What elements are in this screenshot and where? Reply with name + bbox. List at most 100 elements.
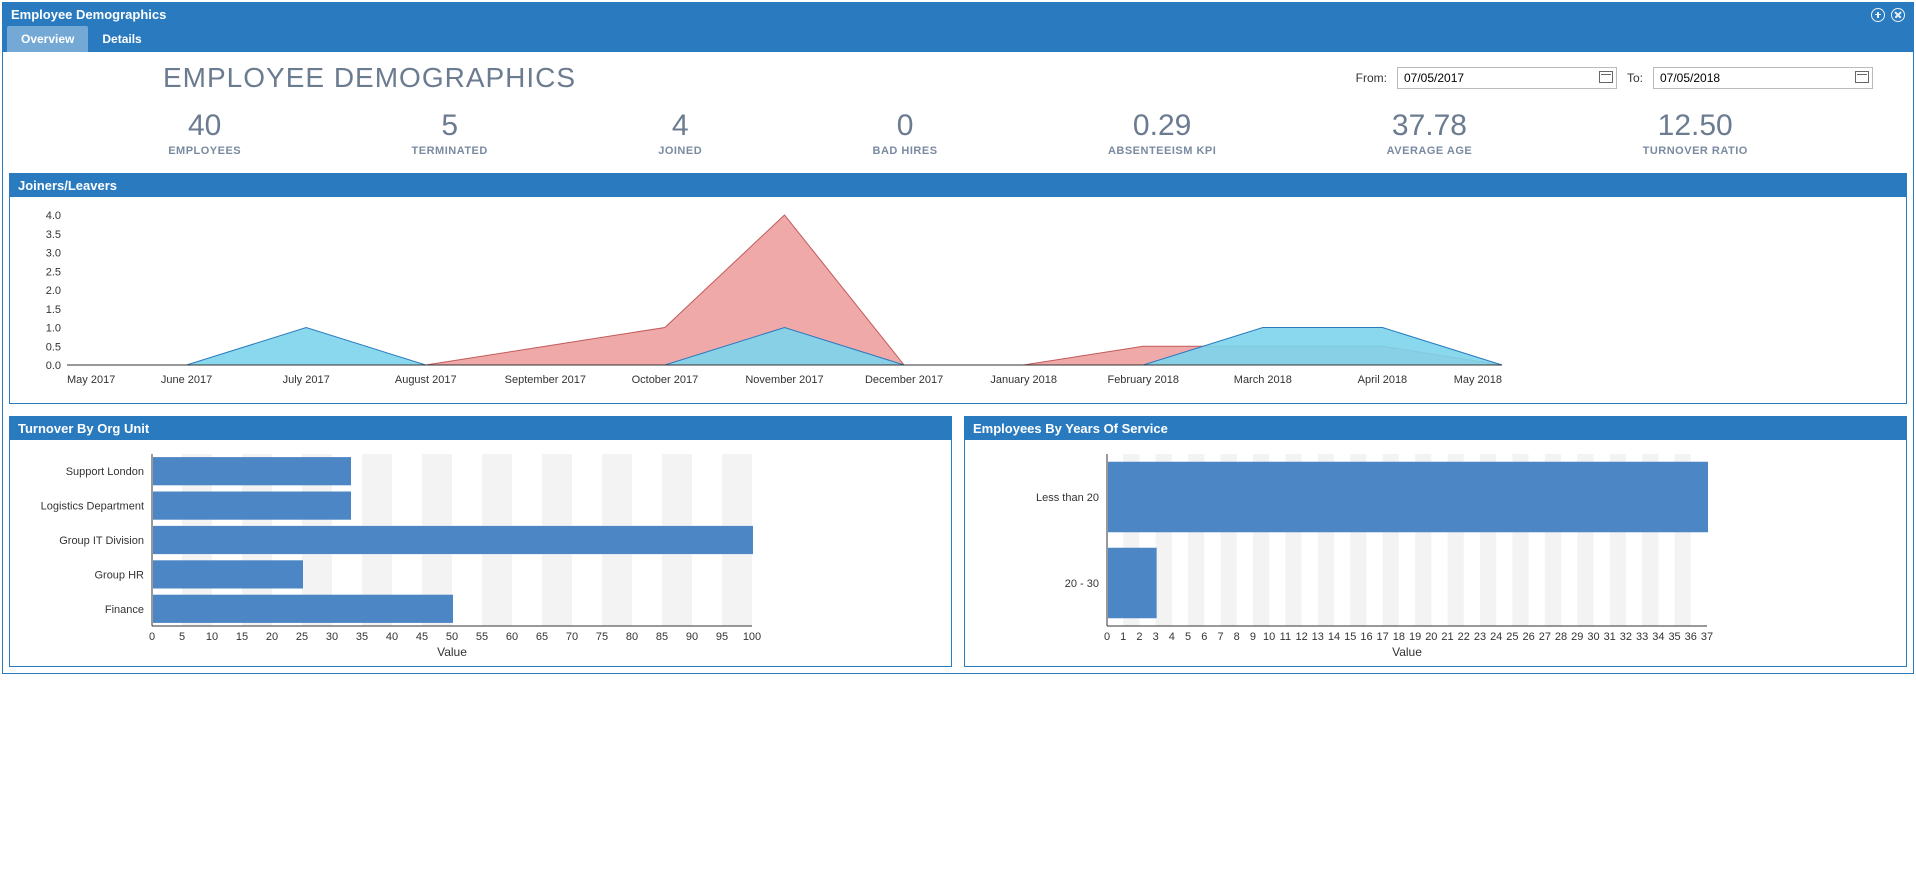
svg-text:1.5: 1.5: [46, 304, 61, 316]
svg-text:75: 75: [596, 631, 608, 643]
date-range: From: To:: [1356, 67, 1873, 89]
svg-text:95: 95: [716, 631, 728, 643]
from-date-input[interactable]: [1397, 67, 1617, 89]
metric-value: 40: [168, 109, 241, 143]
svg-text:Value: Value: [1392, 645, 1422, 658]
metrics-row: 40EMPLOYEES5TERMINATED4JOINED0BAD HIRES0…: [3, 94, 1913, 167]
svg-text:23: 23: [1474, 631, 1486, 643]
svg-text:16: 16: [1360, 631, 1372, 643]
calendar-icon[interactable]: [1855, 71, 1869, 83]
tab-details[interactable]: Details: [88, 26, 155, 52]
svg-text:40: 40: [386, 631, 398, 643]
svg-text:29: 29: [1571, 631, 1583, 643]
joiners-leavers-panel: Joiners/Leavers 0.00.51.01.52.02.53.03.5…: [9, 173, 1907, 404]
metric: 12.50TURNOVER RATIO: [1643, 109, 1748, 157]
svg-text:25: 25: [296, 631, 308, 643]
svg-text:10: 10: [206, 631, 218, 643]
svg-text:32: 32: [1620, 631, 1632, 643]
svg-text:1: 1: [1120, 631, 1126, 643]
svg-text:5: 5: [1185, 631, 1191, 643]
svg-text:0.0: 0.0: [46, 360, 61, 372]
svg-text:15: 15: [236, 631, 248, 643]
calendar-icon[interactable]: [1599, 71, 1613, 83]
panel-title: Turnover By Org Unit: [10, 417, 951, 440]
svg-text:July 2017: July 2017: [283, 374, 330, 386]
metric-label: TURNOVER RATIO: [1643, 145, 1748, 157]
close-icon[interactable]: [1891, 8, 1905, 22]
metric-value: 4: [658, 109, 702, 143]
content: EMPLOYEE DEMOGRAPHICS From: To: 40EMPLOY…: [3, 52, 1913, 673]
svg-text:0: 0: [1104, 631, 1110, 643]
svg-text:January 2018: January 2018: [990, 374, 1057, 386]
svg-text:0.5: 0.5: [46, 341, 61, 353]
metric-value: 0.29: [1108, 109, 1216, 143]
metric-label: EMPLOYEES: [168, 145, 241, 157]
svg-text:28: 28: [1555, 631, 1567, 643]
turnover-chart-body: Support LondonLogistics DepartmentGroup …: [10, 440, 951, 666]
svg-text:5: 5: [179, 631, 185, 643]
svg-text:September 2017: September 2017: [505, 374, 586, 386]
turnover-panel: Turnover By Org Unit Support LondonLogis…: [9, 416, 952, 667]
metric-label: JOINED: [658, 145, 702, 157]
metric: 40 EMPLOYEES: [168, 109, 241, 157]
svg-text:11: 11: [1280, 631, 1291, 643]
years-chart-body: Less than 2020 - 30012345678910111213141…: [965, 440, 1906, 666]
turnover-chart: Support LondonLogistics DepartmentGroup …: [22, 448, 762, 658]
svg-text:8: 8: [1234, 631, 1240, 643]
svg-text:45: 45: [416, 631, 428, 643]
svg-text:17: 17: [1377, 631, 1389, 643]
titlebar: Employee Demographics: [3, 3, 1913, 26]
metric: 37.78AVERAGE AGE: [1387, 109, 1473, 157]
svg-text:50: 50: [446, 631, 458, 643]
svg-text:35: 35: [1668, 631, 1680, 643]
years-of-service-chart: Less than 2020 - 30012345678910111213141…: [977, 448, 1717, 658]
page-title: EMPLOYEE DEMOGRAPHICS: [163, 62, 576, 94]
svg-text:3.0: 3.0: [46, 248, 61, 260]
metric: 0.29ABSENTEEISM KPI: [1108, 109, 1216, 157]
svg-text:April 2018: April 2018: [1358, 374, 1408, 386]
maximize-icon[interactable]: [1871, 8, 1885, 22]
svg-text:February 2018: February 2018: [1107, 374, 1179, 386]
from-label: From:: [1356, 71, 1387, 85]
to-date-input[interactable]: [1653, 67, 1873, 89]
svg-text:20 - 30: 20 - 30: [1065, 578, 1099, 590]
svg-text:14: 14: [1328, 631, 1340, 643]
joiners-leavers-chart: 0.00.51.01.52.02.53.03.54.0May 2017June …: [22, 205, 1512, 395]
to-label: To:: [1627, 71, 1643, 85]
svg-text:12: 12: [1295, 631, 1307, 643]
svg-text:2: 2: [1136, 631, 1142, 643]
svg-text:May 2018: May 2018: [1454, 374, 1502, 386]
svg-text:Finance: Finance: [105, 604, 144, 616]
svg-text:34: 34: [1652, 631, 1664, 643]
svg-text:Less than 20: Less than 20: [1036, 492, 1099, 504]
svg-text:22: 22: [1458, 631, 1470, 643]
svg-text:2.5: 2.5: [46, 266, 61, 278]
svg-text:24: 24: [1490, 631, 1502, 643]
panel-title: Joiners/Leavers: [10, 174, 1906, 197]
metric-label: BAD HIRES: [873, 145, 938, 157]
tabs: Overview Details: [3, 26, 1913, 52]
svg-text:55: 55: [476, 631, 488, 643]
svg-text:13: 13: [1312, 631, 1324, 643]
svg-text:10: 10: [1263, 631, 1275, 643]
header-row: EMPLOYEE DEMOGRAPHICS From: To:: [3, 52, 1913, 94]
svg-text:25: 25: [1506, 631, 1518, 643]
svg-text:Group IT Division: Group IT Division: [59, 535, 144, 547]
svg-text:36: 36: [1685, 631, 1697, 643]
metric-value: 37.78: [1387, 109, 1473, 143]
svg-text:August 2017: August 2017: [395, 374, 457, 386]
svg-text:35: 35: [356, 631, 368, 643]
dashboard-window: Employee Demographics Overview Details E…: [2, 2, 1914, 674]
svg-text:20: 20: [266, 631, 278, 643]
tab-overview[interactable]: Overview: [7, 26, 88, 52]
metric-label: TERMINATED: [412, 145, 488, 157]
svg-text:0: 0: [149, 631, 155, 643]
svg-text:31: 31: [1604, 631, 1616, 643]
svg-text:March 2018: March 2018: [1234, 374, 1292, 386]
svg-text:100: 100: [743, 631, 761, 643]
metric: 5TERMINATED: [412, 109, 488, 157]
svg-text:19: 19: [1409, 631, 1421, 643]
svg-text:80: 80: [626, 631, 638, 643]
svg-text:85: 85: [656, 631, 668, 643]
svg-text:May 2017: May 2017: [67, 374, 115, 386]
